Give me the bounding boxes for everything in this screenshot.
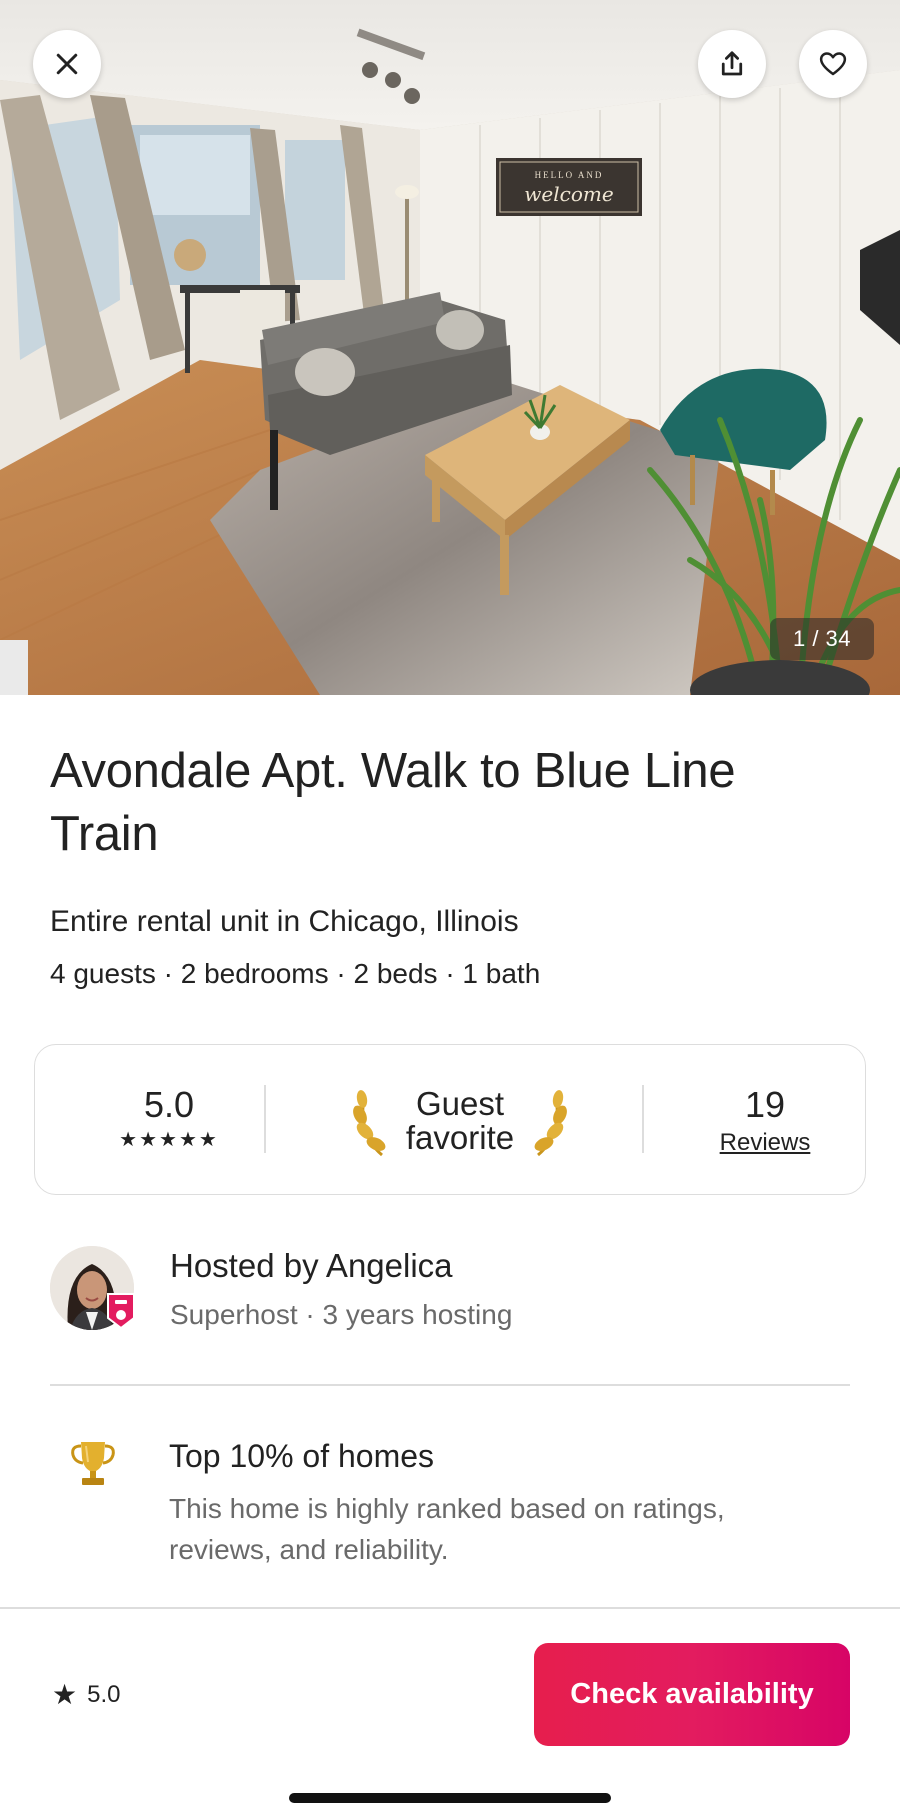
bottom-rating: ★ 5.0 <box>52 1678 120 1711</box>
listing-subtitle: Entire rental unit in Chicago, Illinois <box>50 905 519 938</box>
reviews-label[interactable]: Reviews <box>705 1129 825 1157</box>
host-name: Hosted by Angelica <box>170 1247 453 1284</box>
highlight-title: Top 10% of homes <box>169 1438 435 1474</box>
check-availability-button[interactable]: Check availability <box>534 1643 850 1746</box>
share-icon <box>721 51 743 76</box>
rating-stars: ★★★★★ <box>119 1129 219 1151</box>
heart-icon <box>819 52 847 76</box>
guest-favorite-badge: Guest favorite <box>335 1081 585 1161</box>
guest-favorite-line2: favorite <box>405 1119 515 1156</box>
star-icon: ★ <box>52 1679 78 1710</box>
listing-details: 4 guests · 2 bedrooms · 2 beds · 1 bath <box>50 958 541 989</box>
laurel-right-icon <box>534 1090 567 1157</box>
rating-summary-card[interactable]: 5.0 ★★★★★ Guest favorite 19 Reviews <box>34 1044 866 1195</box>
reviews-count: 19 <box>744 1084 786 1125</box>
close-icon <box>56 53 78 75</box>
sign-line2: welcome <box>524 182 613 206</box>
listing-photo[interactable]: HELLO AND welcome 1 / 34 <box>0 0 900 695</box>
home-indicator[interactable] <box>289 1793 611 1803</box>
listing-title: Avondale Apt. Walk to Blue Line Train <box>50 744 736 861</box>
share-button[interactable] <box>698 30 766 98</box>
guest-favorite-label: Guest favorite <box>406 1087 514 1155</box>
highlight-description: This home is highly ranked based on rati… <box>169 1493 725 1565</box>
sign-line1: HELLO AND <box>535 170 604 180</box>
divider <box>264 1085 266 1153</box>
trophy-icon <box>71 1442 115 1485</box>
divider <box>642 1085 644 1153</box>
rating-value: 5.0 <box>143 1084 195 1125</box>
bottom-rating-value: 5.0 <box>87 1680 121 1708</box>
close-button[interactable] <box>33 30 101 98</box>
bottom-bar-divider <box>0 1607 900 1609</box>
save-favorite-button[interactable] <box>799 30 867 98</box>
living-room-photo: HELLO AND welcome <box>0 0 900 695</box>
section-divider <box>50 1384 850 1386</box>
reviews-link[interactable]: 19 Reviews <box>705 1085 825 1157</box>
rating-score: 5.0 ★★★★★ <box>109 1085 229 1152</box>
photo-counter: 1 / 34 <box>770 618 874 660</box>
laurel-left-icon <box>353 1090 386 1157</box>
guest-favorite-line1: Guest <box>415 1085 505 1122</box>
superhost-badge-icon <box>107 1293 135 1330</box>
host-subtitle: Superhost · 3 years hosting <box>170 1299 513 1330</box>
